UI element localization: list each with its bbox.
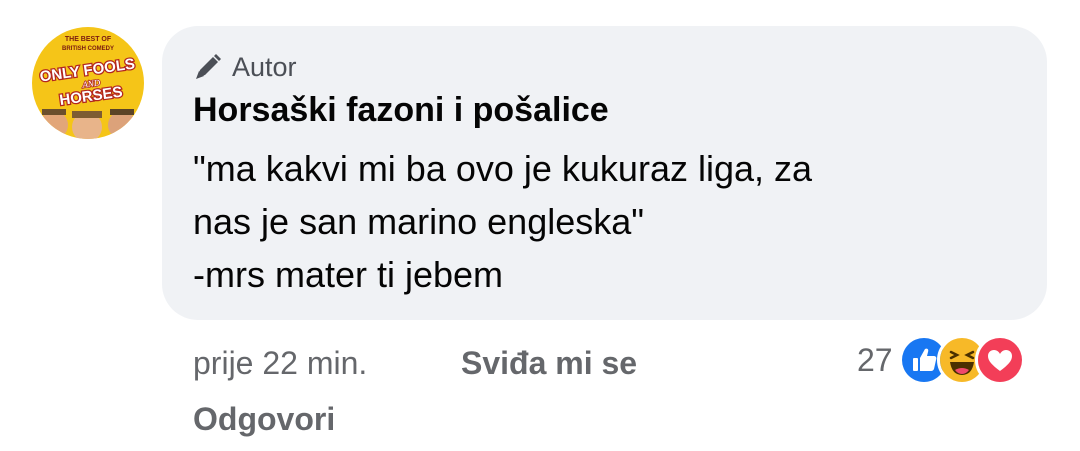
comment-text: "ma kakvi mi ba ovo je kukuraz liga, za … [193, 142, 1013, 301]
reaction-count: 27 [857, 342, 893, 378]
svg-text:THE BEST OF: THE BEST OF [65, 36, 112, 43]
only-fools-and-horses-logo: THE BEST OF BRITISH COMEDY ONLY FOOLS AN… [32, 27, 144, 139]
love-icon [974, 335, 1025, 385]
author-badge: Autor [192, 50, 297, 84]
pencil-icon [192, 51, 224, 83]
comment-timestamp[interactable]: prije 22 min. [193, 340, 367, 386]
author-badge-label: Autor [232, 52, 297, 82]
comment-line: nas je san marino engleska" [193, 201, 645, 242]
reactions-summary[interactable]: 27 [857, 335, 1025, 385]
like-button[interactable]: Sviđa mi se [461, 340, 637, 386]
comment-author-name[interactable]: Horsaški fazoni i pošalice [193, 88, 609, 132]
comment-line: "ma kakvi mi ba ovo je kukuraz liga, za [193, 148, 813, 189]
avatar[interactable]: THE BEST OF BRITISH COMEDY ONLY FOOLS AN… [32, 27, 144, 139]
comment-line: -mrs mater ti jebem [193, 254, 504, 295]
reply-button[interactable]: Odgovori [193, 396, 335, 442]
svg-text:BRITISH COMEDY: BRITISH COMEDY [62, 46, 114, 52]
